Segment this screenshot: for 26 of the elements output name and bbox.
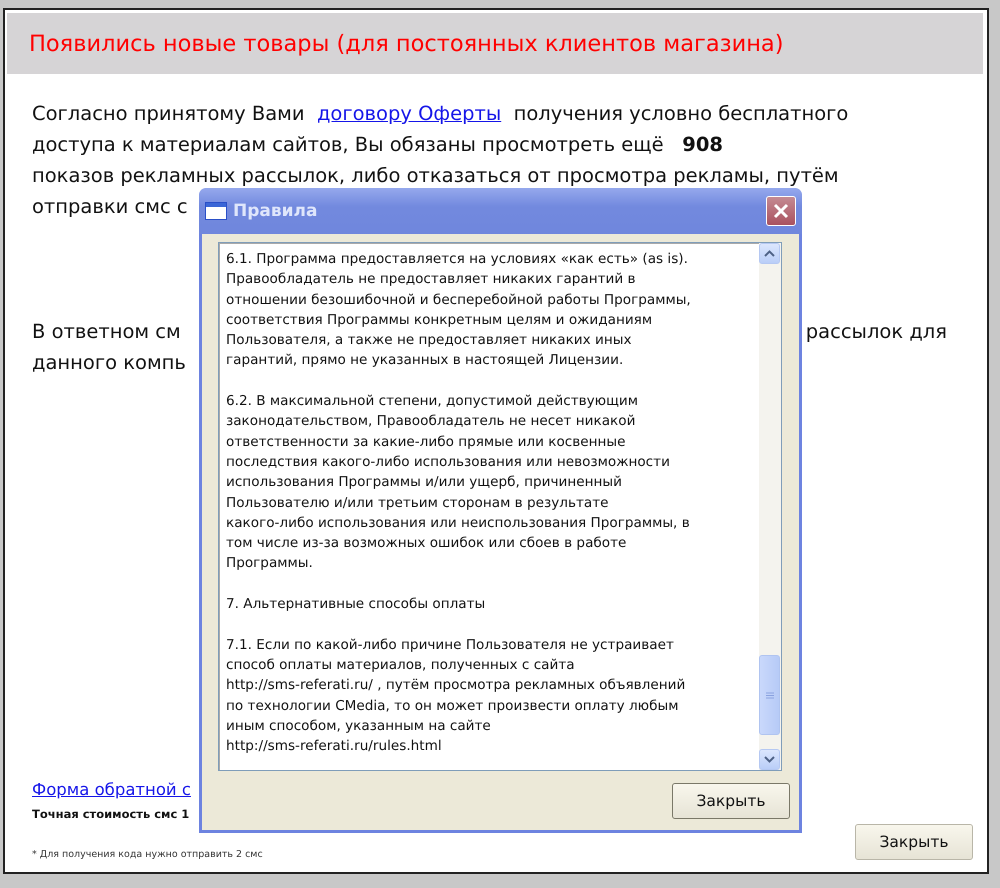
scroll-down-icon[interactable] [759, 749, 780, 770]
rules-text-area[interactable] [218, 242, 782, 771]
rules-paragraph: 7. Альтернативные способы оплаты [226, 595, 486, 614]
reply-text: данного компь [32, 350, 186, 376]
dialog-title: Правила [233, 201, 318, 221]
feedback-link[interactable]: Форма обратной с [32, 780, 191, 799]
offer-line: доступа к материалам сайтов, Вы обязаны просмотреть ещё 908 [32, 132, 723, 158]
window-icon [205, 202, 227, 220]
close-icon[interactable] [766, 196, 796, 226]
offer-line: Согласно принятому Вами договору Оферты получения условно бесплатного [32, 101, 848, 127]
close-button[interactable]: Закрыть [855, 824, 973, 860]
rules-paragraph: 7.1. Если по какой-либо причине Пользователя не устраивает способ оплаты материалов, полученных с сайта http://sms-referati.ru/ , путём просмотра рекламных объявлений по технологии CMedia, то он может произвести оплату любым иным способом, указанным на сайте http://sms-referati.ru/rules.html [226, 636, 686, 756]
offer-line: отправки смс с [32, 194, 188, 220]
offer-link[interactable]: договору Оферты [316, 102, 502, 125]
scroll-thumb[interactable] [759, 655, 780, 735]
reply-text: рассылок для [806, 319, 947, 345]
scrollbar[interactable] [759, 243, 781, 770]
close-button[interactable]: Закрыть [672, 783, 790, 819]
scroll-up-icon[interactable] [759, 243, 780, 264]
price-note: Точная стоимость смс 1 [32, 807, 190, 821]
footnote: * Для получения кода нужно отправить 2 смс [32, 849, 263, 860]
rules-paragraph: 6.2. В максимальной степени, допустимой действующим законодательством, Правообладатель не несет никакой ответственности за какие-либо прямые или косвенные последствия какого-либо использования или невозможности использования Программы и/или ущерб, причиненный Пользователю и/или третьим сторонам в результате какого-либо использования или неиспользования Программы, в том числе из-за возможных ошибок или сбоев в работе Программы. [226, 392, 690, 574]
rules-paragraph: 6.1. Программа предоставляется на условиях «как есть» (as is). Правообладатель не предоставляет никаких гарантий в отношении безошибочной и бесперебойной работы Программы, соответствия Программы конкретным целям и ожиданиям Пользователя, а также не предоставляет никаких иных гарантий, прямо не указанных в настоящей Лицензии. [226, 250, 691, 370]
reply-text: В ответном см [32, 319, 181, 345]
offer-line: показов рекламных рассылок, либо отказаться от просмотра рекламы, путём [32, 163, 839, 189]
header-title: Появились новые товары (для постоянных клиентов магазина) [29, 30, 784, 56]
